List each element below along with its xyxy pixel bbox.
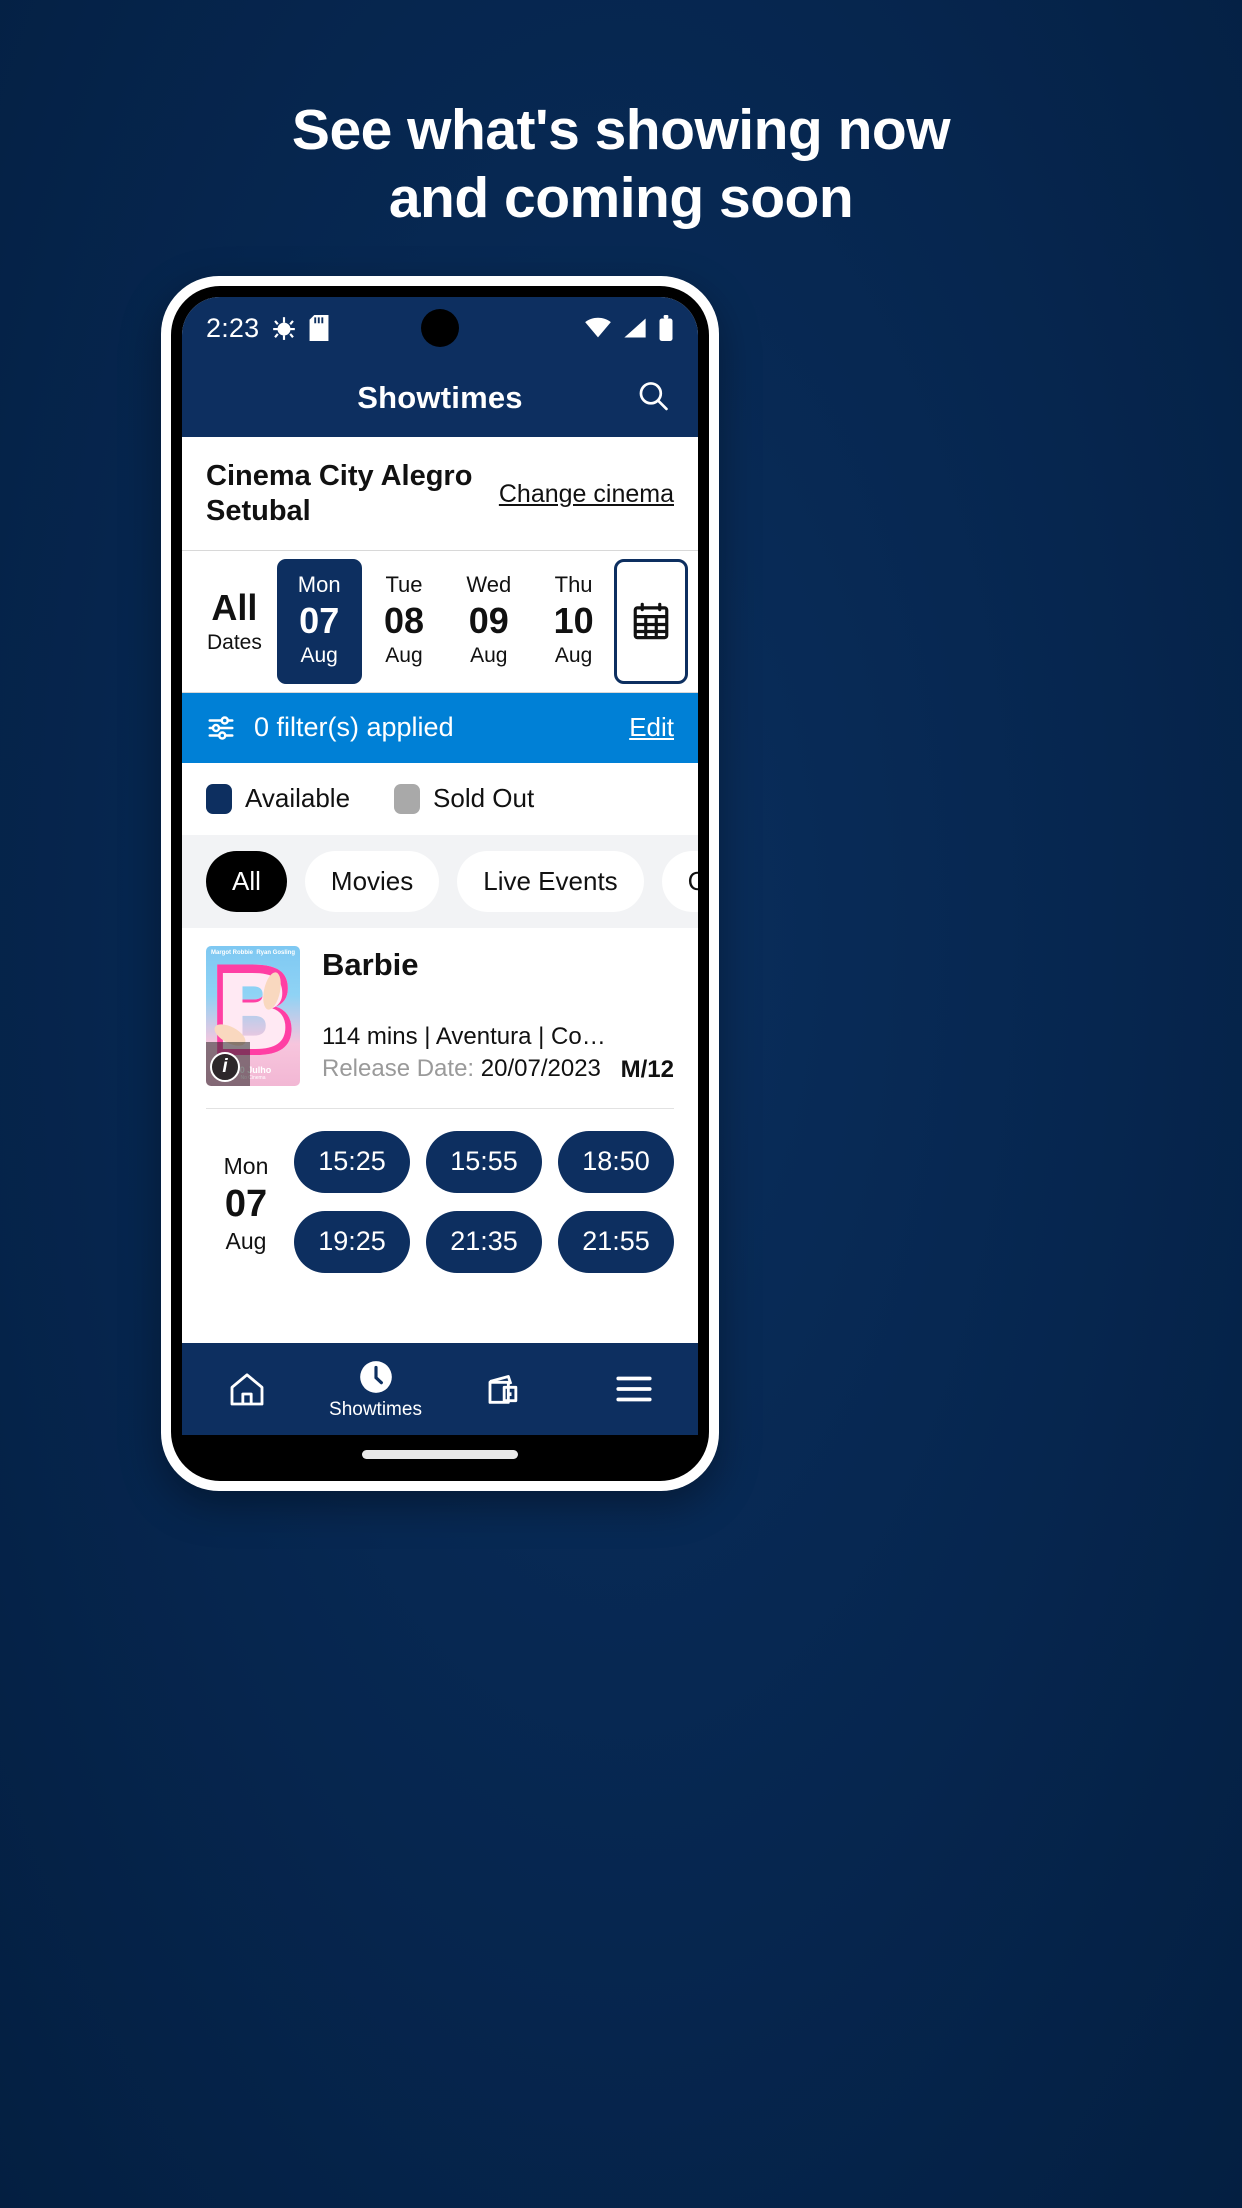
seat-legend: Available Sold Out xyxy=(182,762,698,835)
chip-live-events[interactable]: Live Events xyxy=(457,850,644,912)
date-cell-thu-10[interactable]: Thu 10 Aug xyxy=(531,559,616,684)
nav-item-showtimes[interactable]: Showtimes xyxy=(311,1358,440,1421)
clock-icon xyxy=(359,1360,392,1393)
date-day: 10 xyxy=(553,600,594,642)
legend-item-sold-out: Sold Out xyxy=(394,783,534,814)
date-month: Aug xyxy=(554,644,593,668)
date-day: 09 xyxy=(468,600,509,642)
movie-title: Barbie xyxy=(322,946,419,982)
nav-label-showtimes: Showtimes xyxy=(329,1398,422,1420)
filter-bar[interactable]: 0 filter(s) applied Edit xyxy=(182,692,698,763)
wallet-ticket-icon xyxy=(488,1375,517,1404)
phone-mockup: 2:23 Showtimes Cinema City Alegro Setuba… xyxy=(161,276,719,1491)
showtime-pill-grid: 15:25 15:55 18:50 19:25 21:35 21:55 xyxy=(294,1130,674,1273)
movie-meta-wrap: 114 mins | Aventura | Comédia ... Releas… xyxy=(322,1021,674,1086)
info-icon[interactable]: i xyxy=(210,1051,240,1082)
promo-page: See what's showing now and coming soon 2… xyxy=(0,0,1242,2208)
showtime-pill[interactable]: 15:25 xyxy=(294,1130,410,1193)
camera-punch-hole xyxy=(421,309,459,347)
sd-card-icon xyxy=(309,315,329,341)
movie-release: Release Date: 20/07/2023 xyxy=(322,1053,609,1085)
app-bar: Showtimes xyxy=(182,359,698,437)
showtime-pill[interactable]: 15:55 xyxy=(426,1130,542,1193)
showtime-pill[interactable]: 19:25 xyxy=(294,1210,410,1273)
filter-status-text: 0 filter(s) applied xyxy=(254,712,454,743)
movie-meta: 114 mins | Aventura | Comédia ... Releas… xyxy=(322,1021,609,1086)
showtime-pill[interactable]: 18:50 xyxy=(558,1130,674,1193)
date-dow: Tue xyxy=(385,571,423,597)
release-label: Release Date: xyxy=(322,1055,475,1083)
headline-line-2: and coming soon xyxy=(388,166,854,231)
change-cinema-link[interactable]: Change cinema xyxy=(499,480,674,509)
showtime-day: 07 xyxy=(224,1182,268,1225)
age-rating-badge: M/12 xyxy=(620,1055,674,1083)
bottom-navigation: Showtimes xyxy=(182,1343,698,1435)
legend-label: Sold Out xyxy=(433,783,535,814)
legend-label: Available xyxy=(245,783,351,814)
date-month: Dates xyxy=(206,630,262,654)
release-date: 20/07/2023 xyxy=(480,1055,601,1083)
cinema-selector-row: Cinema City Alegro Setubal Change cinema xyxy=(182,437,698,551)
date-cell-tue-08[interactable]: Tue 08 Aug xyxy=(362,559,447,684)
calendar-picker-button[interactable] xyxy=(613,558,688,684)
showtime-date: Mon 07 Aug xyxy=(206,1131,286,1273)
nav-item-home[interactable] xyxy=(182,1369,311,1409)
available-swatch xyxy=(206,783,232,814)
bug-icon xyxy=(273,317,296,340)
nav-item-menu[interactable] xyxy=(569,1371,698,1407)
showtimes-group: Mon 07 Aug 15:25 15:55 18:50 19:25 21:35… xyxy=(182,1109,698,1273)
date-month: Aug xyxy=(385,644,423,668)
page-title: Showtimes xyxy=(357,380,523,415)
legend-item-available: Available xyxy=(206,783,350,814)
movie-list[interactable]: Margot Robbie Ryan Gosling B B 20 Julho … xyxy=(182,927,698,1343)
status-bar-left: 2:23 xyxy=(206,313,329,344)
showtime-pill[interactable]: 21:55 xyxy=(558,1210,674,1273)
hamburger-menu-icon xyxy=(615,1376,652,1402)
date-dow: Wed xyxy=(466,571,512,597)
date-cell-all[interactable]: All Dates xyxy=(192,559,277,684)
headline-line-1: See what's showing now xyxy=(291,98,951,162)
status-bar-right xyxy=(584,315,674,341)
calendar-icon xyxy=(633,603,669,640)
date-month: Aug xyxy=(300,644,338,668)
chip-movies[interactable]: Movies xyxy=(304,850,440,912)
showtime-pill[interactable]: 21:35 xyxy=(426,1210,542,1273)
showtime-dow: Mon xyxy=(223,1153,269,1179)
sold-out-swatch xyxy=(394,783,421,814)
date-selector: All Dates Mon 07 Aug Tue 08 Aug Wed 09 A… xyxy=(182,550,698,693)
date-dow: Mon xyxy=(297,571,341,597)
chip-cinemas[interactable]: Cin xyxy=(661,850,698,912)
category-chip-row[interactable]: All Movies Live Events Cin xyxy=(182,834,698,928)
showtime-month: Aug xyxy=(225,1228,267,1255)
wifi-icon xyxy=(585,317,611,338)
date-day: All xyxy=(211,586,258,628)
nav-item-wallet[interactable] xyxy=(440,1369,569,1409)
sliders-icon xyxy=(208,715,234,740)
date-day: 07 xyxy=(299,600,340,642)
phone-bezel: 2:23 Showtimes Cinema City Alegro Setuba… xyxy=(171,286,709,1481)
search-icon[interactable] xyxy=(636,379,670,418)
date-dow: Thu xyxy=(554,571,593,597)
home-icon xyxy=(230,1373,263,1406)
date-day: 08 xyxy=(383,600,425,642)
date-cell-wed-09[interactable]: Wed 09 Aug xyxy=(446,559,531,684)
status-bar: 2:23 xyxy=(182,297,698,359)
cellular-signal-icon xyxy=(624,318,646,338)
chip-all[interactable]: All xyxy=(206,850,287,912)
home-indicator[interactable] xyxy=(362,1450,518,1459)
status-bar-clock: 2:23 xyxy=(206,312,260,343)
battery-icon xyxy=(659,315,673,341)
movie-poster[interactable]: Margot Robbie Ryan Gosling B B 20 Julho … xyxy=(206,945,300,1086)
date-cell-mon-07[interactable]: Mon 07 Aug xyxy=(276,558,362,684)
phone-screen: 2:23 Showtimes Cinema City Alegro Setuba… xyxy=(182,297,698,1435)
cinema-name: Cinema City Alegro Setubal xyxy=(206,460,473,528)
date-month: Aug xyxy=(470,644,508,668)
movie-details: Barbie 114 mins | Aventura | Comédia ...… xyxy=(322,946,674,1086)
movie-card-barbie[interactable]: Margot Robbie Ryan Gosling B B 20 Julho … xyxy=(182,928,698,1086)
promo-headline: See what's showing now and coming soon xyxy=(0,96,1242,233)
movie-runtime-genres: 114 mins | Aventura | Comédia ... xyxy=(322,1022,609,1050)
filter-edit-link[interactable]: Edit xyxy=(629,712,674,743)
